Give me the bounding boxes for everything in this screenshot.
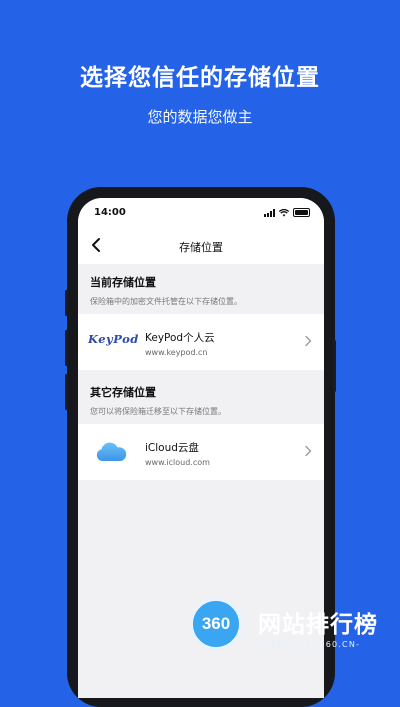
section-title: 当前存储位置 xyxy=(90,276,156,289)
phone-volume-up xyxy=(65,330,68,366)
section-description: 保险箱中的加密文件托管在以下存储位置。 xyxy=(90,297,242,306)
section-description: 您可以将保险箱迁移至以下存储位置。 xyxy=(90,407,226,416)
watermark-text: 网站排行榜 xyxy=(258,612,378,638)
chevron-right-icon xyxy=(305,335,312,347)
cellular-signal-icon xyxy=(264,208,275,217)
hero-title: 选择您信任的存储位置 xyxy=(80,65,320,91)
watermark-url: -WANGZHAN360.CN- xyxy=(258,640,361,649)
nav-title: 存储位置 xyxy=(179,241,223,254)
storage-item-icloud[interactable]: iCloud云盘 www.icloud.com xyxy=(78,424,324,480)
wifi-icon xyxy=(279,208,289,217)
storage-item-name: KeyPod个人云 xyxy=(145,332,215,344)
storage-item-url: www.keypod.cn xyxy=(145,348,208,357)
storage-item-keypod[interactable]: KeyPod KeyPod个人云 www.keypod.cn xyxy=(78,314,324,370)
status-bar: 14:00 xyxy=(78,198,324,228)
storage-item-url: www.icloud.com xyxy=(145,458,210,467)
keypod-logo: KeyPod xyxy=(88,332,139,346)
phone-power-button xyxy=(333,340,336,392)
nav-bar: 存储位置 xyxy=(78,228,324,264)
watermark-badge: 360 xyxy=(190,598,242,650)
status-time: 14:00 xyxy=(94,207,126,218)
phone-volume-down xyxy=(65,374,68,410)
cloud-icon xyxy=(96,442,127,461)
phone-side-button xyxy=(65,290,68,316)
status-icons xyxy=(264,208,310,217)
other-storage-section-header: 其它存储位置 您可以将保险箱迁移至以下存储位置。 xyxy=(78,384,324,424)
storage-item-name: iCloud云盘 xyxy=(145,442,199,454)
section-title: 其它存储位置 xyxy=(90,386,156,399)
battery-icon xyxy=(293,208,310,217)
hero-subtitle: 您的数据您做主 xyxy=(147,108,253,126)
current-storage-section-header: 当前存储位置 保险箱中的加密文件托管在以下存储位置。 xyxy=(78,264,324,314)
chevron-right-icon xyxy=(305,445,312,457)
